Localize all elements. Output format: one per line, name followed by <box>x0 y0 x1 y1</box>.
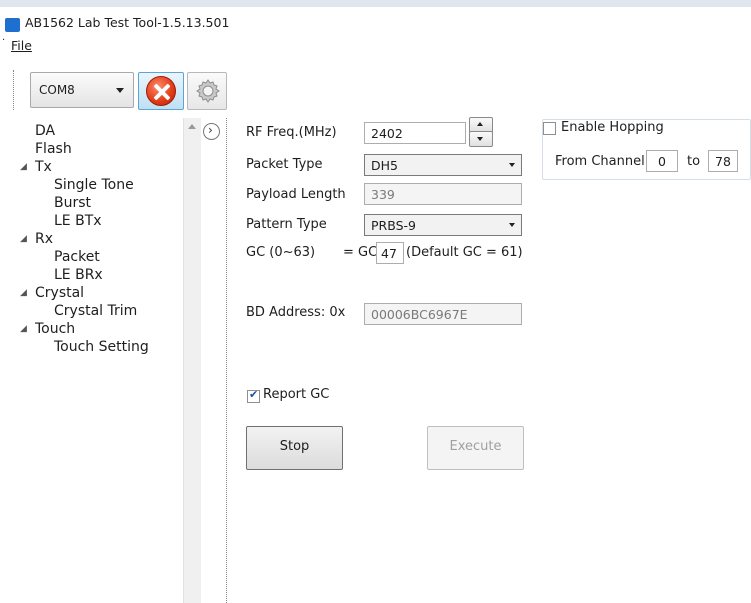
to-label: to <box>687 154 701 169</box>
chevron-down-icon <box>116 88 124 93</box>
expanded-caret-icon[interactable]: ◢ <box>20 162 27 172</box>
enable-hopping-checkbox[interactable] <box>543 122 556 135</box>
from-channel-label: From Channel <box>555 154 645 169</box>
settings-button[interactable] <box>187 72 227 110</box>
gc-eq-label: = GC <box>343 245 378 260</box>
report-gc-label[interactable]: Report GC <box>263 387 329 402</box>
report-gc-checkbox[interactable] <box>247 388 260 403</box>
disconnect-button[interactable] <box>138 72 184 110</box>
app-icon <box>5 18 20 32</box>
chevron-right-icon: › <box>208 123 213 137</box>
tree-item-rx[interactable]: Rx <box>35 230 53 248</box>
scroll-up-icon[interactable] <box>188 124 196 129</box>
rf-freq-spinner[interactable] <box>469 117 493 148</box>
enable-hopping-label[interactable]: Enable Hopping <box>561 120 664 135</box>
file-menu-label: File <box>11 38 32 53</box>
tree-item-da[interactable]: DA <box>35 122 55 140</box>
bd-address-input[interactable]: 00006BC6967E <box>364 303 522 325</box>
payload-length-label: Payload Length <box>246 187 346 202</box>
tree-item-le-btx[interactable]: LE BTx <box>54 212 102 230</box>
tree-item-burst[interactable]: Burst <box>54 194 91 212</box>
from-channel-input[interactable]: 0 <box>646 150 678 172</box>
pattern-type-label: Pattern Type <box>246 217 327 232</box>
spin-down-icon <box>477 137 483 141</box>
close-icon <box>146 76 176 106</box>
tree-item-touch-setting[interactable]: Touch Setting <box>54 338 149 356</box>
chevron-down-icon <box>509 163 515 167</box>
gc-default-note: (Default GC = 61) <box>406 245 523 260</box>
com-port-value: COM8 <box>39 83 75 97</box>
pattern-type-select[interactable]: PRBS-9 <box>364 214 522 236</box>
tree-item-touch[interactable]: Touch <box>35 320 75 338</box>
packet-type-select[interactable]: DH5 <box>364 154 522 176</box>
packet-type-label: Packet Type <box>246 157 323 172</box>
payload-length-input[interactable]: 339 <box>364 183 522 205</box>
spin-down-button[interactable] <box>469 131 493 147</box>
gear-icon <box>196 79 220 103</box>
chevron-down-icon <box>509 223 515 227</box>
collapse-panel-button[interactable]: › <box>203 123 220 140</box>
tree-item-crystal-trim[interactable]: Crystal Trim <box>54 302 137 320</box>
gc-input[interactable]: 47 <box>376 242 404 264</box>
rf-freq-input[interactable]: 2402 <box>364 122 466 144</box>
rf-freq-label: RF Freq.(MHz) <box>246 125 337 140</box>
panel-splitter[interactable] <box>226 118 228 603</box>
packet-type-value: DH5 <box>371 158 398 173</box>
expanded-caret-icon[interactable]: ◢ <box>20 288 27 298</box>
tree-item-flash[interactable]: Flash <box>35 140 72 158</box>
execute-button[interactable]: Execute <box>427 426 524 470</box>
bd-address-label: BD Address: 0x <box>246 305 346 320</box>
tree-item-tx[interactable]: Tx <box>35 158 52 176</box>
stop-button[interactable]: Stop <box>246 426 343 470</box>
expanded-caret-icon[interactable]: ◢ <box>20 324 27 334</box>
spin-up-icon <box>477 122 483 126</box>
menu-bar <box>0 36 751 58</box>
tree-item-crystal[interactable]: Crystal <box>35 284 84 302</box>
gc-label: GC (0~63) <box>246 245 316 260</box>
com-port-select[interactable]: COM8 <box>30 72 134 108</box>
navigation-tree: DA Flash ◢ Tx Single Tone Burst LE BTx ◢… <box>0 118 202 603</box>
file-menu[interactable]: · File <box>2 35 32 53</box>
window-title: AB1562 Lab Test Tool-1.5.13.501 <box>25 15 230 30</box>
tree-item-single-tone[interactable]: Single Tone <box>54 176 134 194</box>
expanded-caret-icon[interactable]: ◢ <box>20 234 27 244</box>
to-channel-input[interactable]: 78 <box>708 150 738 172</box>
tree-item-packet[interactable]: Packet <box>54 248 100 266</box>
toolbar-grip[interactable] <box>13 70 15 110</box>
pattern-type-value: PRBS-9 <box>371 218 416 233</box>
tree-item-le-brx[interactable]: LE BRx <box>54 266 103 284</box>
tree-scrollbar[interactable] <box>183 118 201 603</box>
